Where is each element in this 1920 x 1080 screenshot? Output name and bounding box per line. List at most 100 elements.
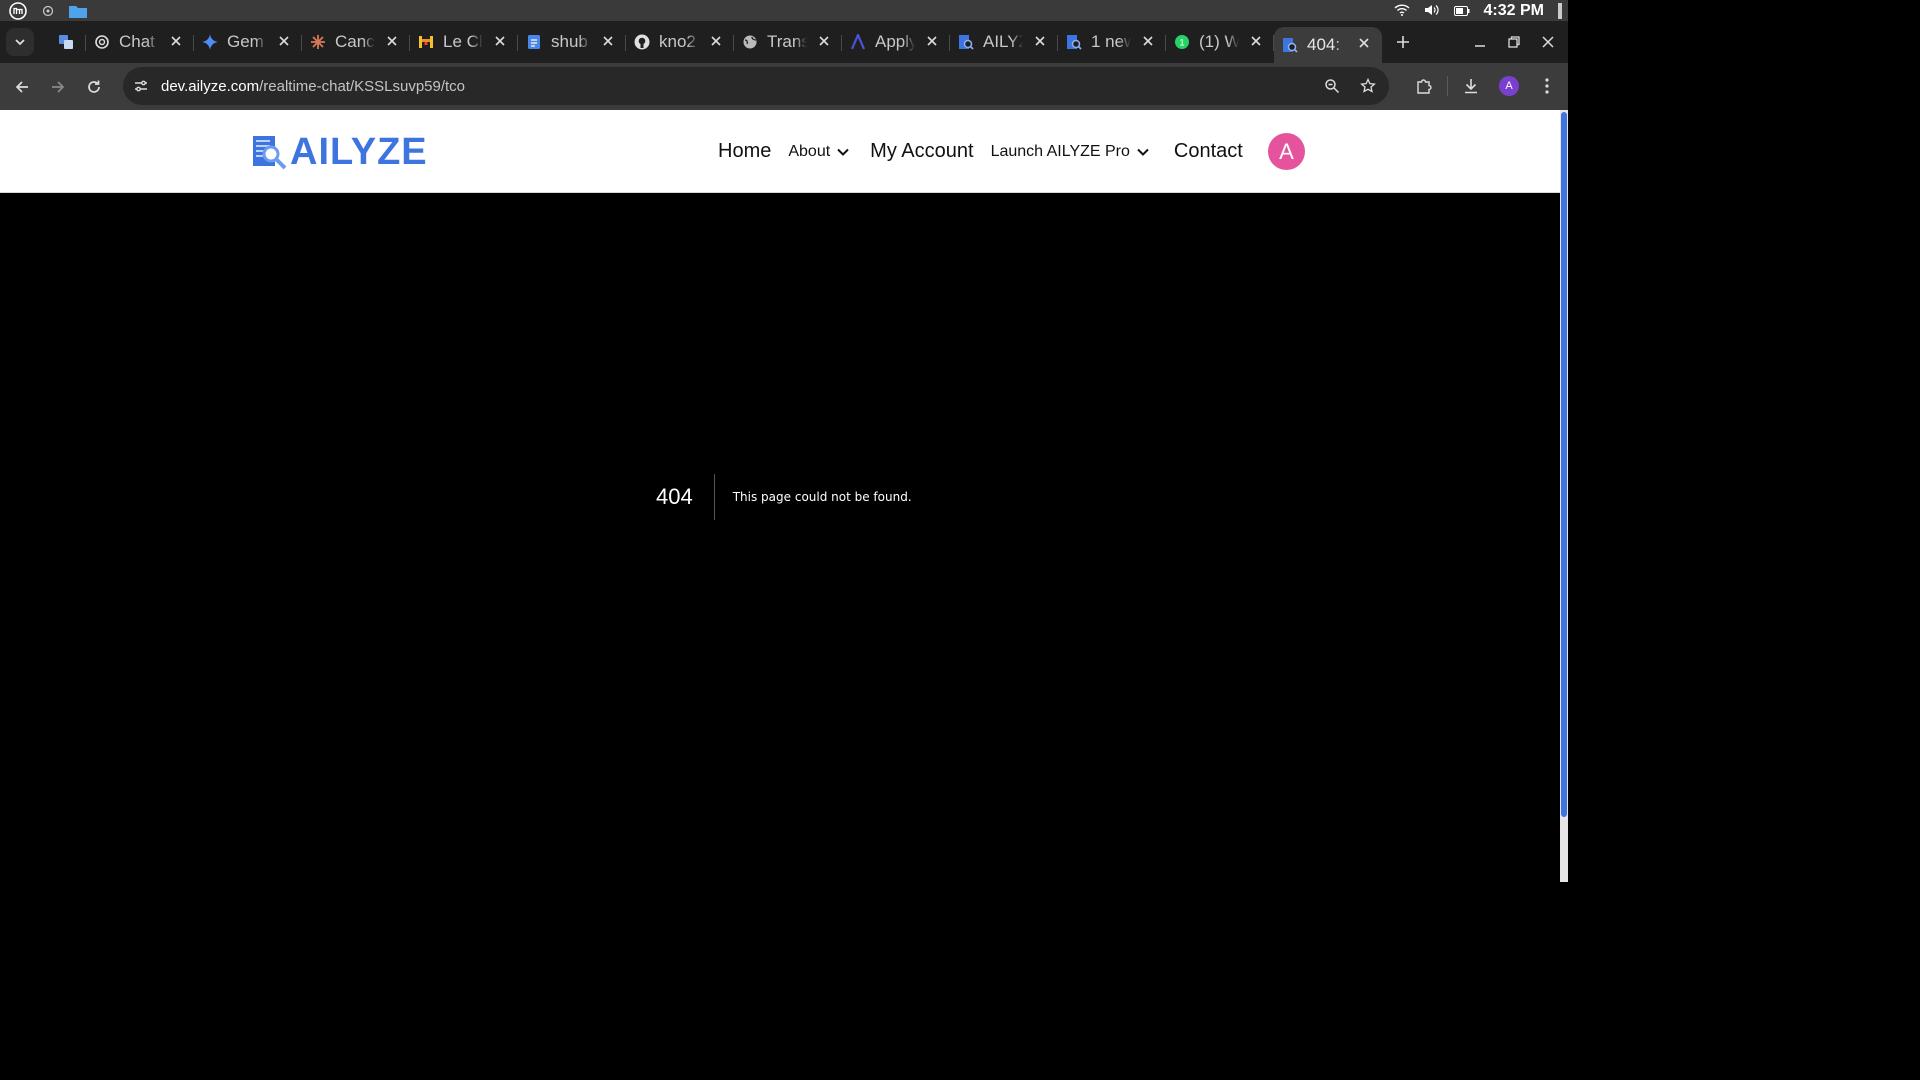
nav-launch-pro[interactable]: Launch AILYZE Pro xyxy=(991,143,1150,161)
browser-tab[interactable]: 1 new xyxy=(1058,25,1166,59)
toolbar-divider xyxy=(1447,76,1448,96)
tab-title: 404: xyxy=(1307,35,1341,54)
error-message: This page could not be found. xyxy=(732,490,912,504)
github-icon xyxy=(634,34,650,50)
battery-icon[interactable] xyxy=(1453,1,1470,20)
new-tab-button[interactable] xyxy=(1388,27,1418,57)
browser-tab[interactable]: Le Cl xyxy=(410,25,518,59)
svg-text:1: 1 xyxy=(1179,38,1184,48)
close-tab-icon[interactable] xyxy=(816,33,832,49)
browser-tab[interactable] xyxy=(50,25,86,59)
close-tab-icon[interactable] xyxy=(1248,33,1264,49)
zoom-icon xyxy=(1325,79,1340,94)
site-info-button[interactable] xyxy=(126,71,156,101)
back-button[interactable] xyxy=(4,69,40,105)
tab-title: (1) W xyxy=(1199,32,1239,51)
browser-tab[interactable]: Canc xyxy=(302,25,410,59)
url-text[interactable]: dev.ailyze.com/realtime-chat/KSSLsuvp59/… xyxy=(161,78,465,95)
star-icon xyxy=(1360,78,1376,93)
logo-text: AILYZE xyxy=(290,131,428,173)
os-top-bar: 4:32 PM xyxy=(0,0,1568,21)
wifi-icon[interactable] xyxy=(1394,1,1410,20)
restore-button[interactable] xyxy=(1504,32,1524,52)
downloads-button[interactable] xyxy=(1456,69,1486,103)
close-tab-icon[interactable] xyxy=(168,33,184,49)
site-header: AILYZE Home About My Account Launch AILY… xyxy=(0,110,1560,193)
main-nav: Home About My Account Launch AILYZE Pro … xyxy=(718,110,1243,193)
more-vert-icon xyxy=(1545,78,1549,94)
extensions-button[interactable] xyxy=(1409,69,1439,103)
close-tab-icon[interactable] xyxy=(1356,35,1372,51)
nav-about-label: About xyxy=(788,142,831,160)
reload-icon xyxy=(88,80,100,93)
ailyze-logo[interactable]: AILYZE xyxy=(252,131,428,173)
user-avatar[interactable]: A xyxy=(1268,133,1305,170)
minimize-button[interactable] xyxy=(1470,32,1490,52)
address-bar[interactable]: dev.ailyze.com/realtime-chat/KSSLsuvp59/… xyxy=(123,67,1389,105)
nav-my-account[interactable]: My Account xyxy=(870,140,973,163)
browser-tab[interactable]: shub xyxy=(518,25,626,59)
browser-tab[interactable]: 1 (1) W xyxy=(1166,25,1274,59)
browser-tab[interactable]: Gem xyxy=(194,25,302,59)
close-tab-icon[interactable] xyxy=(1032,33,1048,49)
close-tab-icon[interactable] xyxy=(276,33,292,49)
browser-tab[interactable]: kno2 xyxy=(626,25,734,59)
not-found-block: 404 This page could not be found. xyxy=(656,474,912,520)
mistral-icon xyxy=(418,34,434,50)
page-scrollbar[interactable] xyxy=(1560,110,1568,882)
nav-home[interactable]: Home xyxy=(718,140,771,163)
browser-tab[interactable]: AILYZ xyxy=(950,25,1058,59)
browser-menu-button[interactable] xyxy=(1532,69,1562,103)
gemini-icon xyxy=(202,34,218,50)
close-tab-icon[interactable] xyxy=(924,33,940,49)
nav-contact[interactable]: Contact xyxy=(1174,140,1243,163)
close-tab-icon[interactable] xyxy=(600,33,616,49)
url-host: dev.ailyze.com xyxy=(161,77,260,95)
whatsapp-icon: 1 xyxy=(1174,34,1190,50)
profile-button[interactable]: A xyxy=(1494,69,1524,103)
globe-icon xyxy=(742,34,758,50)
close-tab-icon[interactable] xyxy=(384,33,400,49)
reload-button[interactable] xyxy=(76,69,112,105)
tab-search-button[interactable] xyxy=(6,28,34,56)
tab-strip: Chat Gem Canc Le Cl shub kno2 Trans Apply AILYZ 1… xyxy=(0,21,1568,63)
tune-icon xyxy=(135,80,147,92)
os-menu-icon[interactable] xyxy=(8,1,28,20)
logo-magnifier-icon xyxy=(253,136,287,170)
close-tab-icon[interactable] xyxy=(1140,33,1156,49)
forward-button[interactable] xyxy=(40,69,76,105)
arrow-right-icon xyxy=(52,80,65,93)
error-code: 404 xyxy=(656,474,715,520)
clock[interactable]: 4:32 PM xyxy=(1484,2,1544,20)
tab-title: Gem xyxy=(227,32,264,51)
zoom-button[interactable] xyxy=(1319,71,1345,101)
tab-title: kno2 xyxy=(659,32,696,51)
os-app-icon[interactable] xyxy=(38,2,58,20)
browser-tab[interactable]: Apply xyxy=(842,25,950,59)
tab-title: Apply xyxy=(875,32,915,51)
chatgpt-icon xyxy=(94,34,110,50)
browser-tab[interactable]: Chat xyxy=(86,25,194,59)
scrollbar-thumb[interactable] xyxy=(1561,112,1567,817)
apply-logo-icon xyxy=(850,34,866,50)
close-window-button[interactable] xyxy=(1538,32,1558,52)
tab-title: Canc xyxy=(335,32,375,51)
download-icon xyxy=(1465,79,1477,94)
profile-avatar: A xyxy=(1499,76,1519,96)
tab-title: Le Cl xyxy=(443,32,483,51)
volume-icon[interactable] xyxy=(1424,1,1440,20)
tab-title: Trans xyxy=(767,32,807,51)
folder-icon[interactable] xyxy=(68,2,88,20)
puzzle-icon xyxy=(1417,79,1432,94)
browser-toolbar: dev.ailyze.com/realtime-chat/KSSLsuvp59/… xyxy=(0,63,1568,110)
google-docs-icon xyxy=(526,34,542,50)
close-tab-icon[interactable] xyxy=(492,33,508,49)
browser-tab[interactable]: Trans xyxy=(734,25,842,59)
tab-active[interactable]: 404: xyxy=(1274,27,1382,63)
nav-about[interactable]: About xyxy=(788,143,850,161)
plus-icon xyxy=(1397,36,1409,48)
claude-icon xyxy=(310,34,326,50)
bookmark-button[interactable] xyxy=(1355,71,1381,101)
close-tab-icon[interactable] xyxy=(708,33,724,49)
show-desktop-edge[interactable] xyxy=(1558,2,1562,19)
